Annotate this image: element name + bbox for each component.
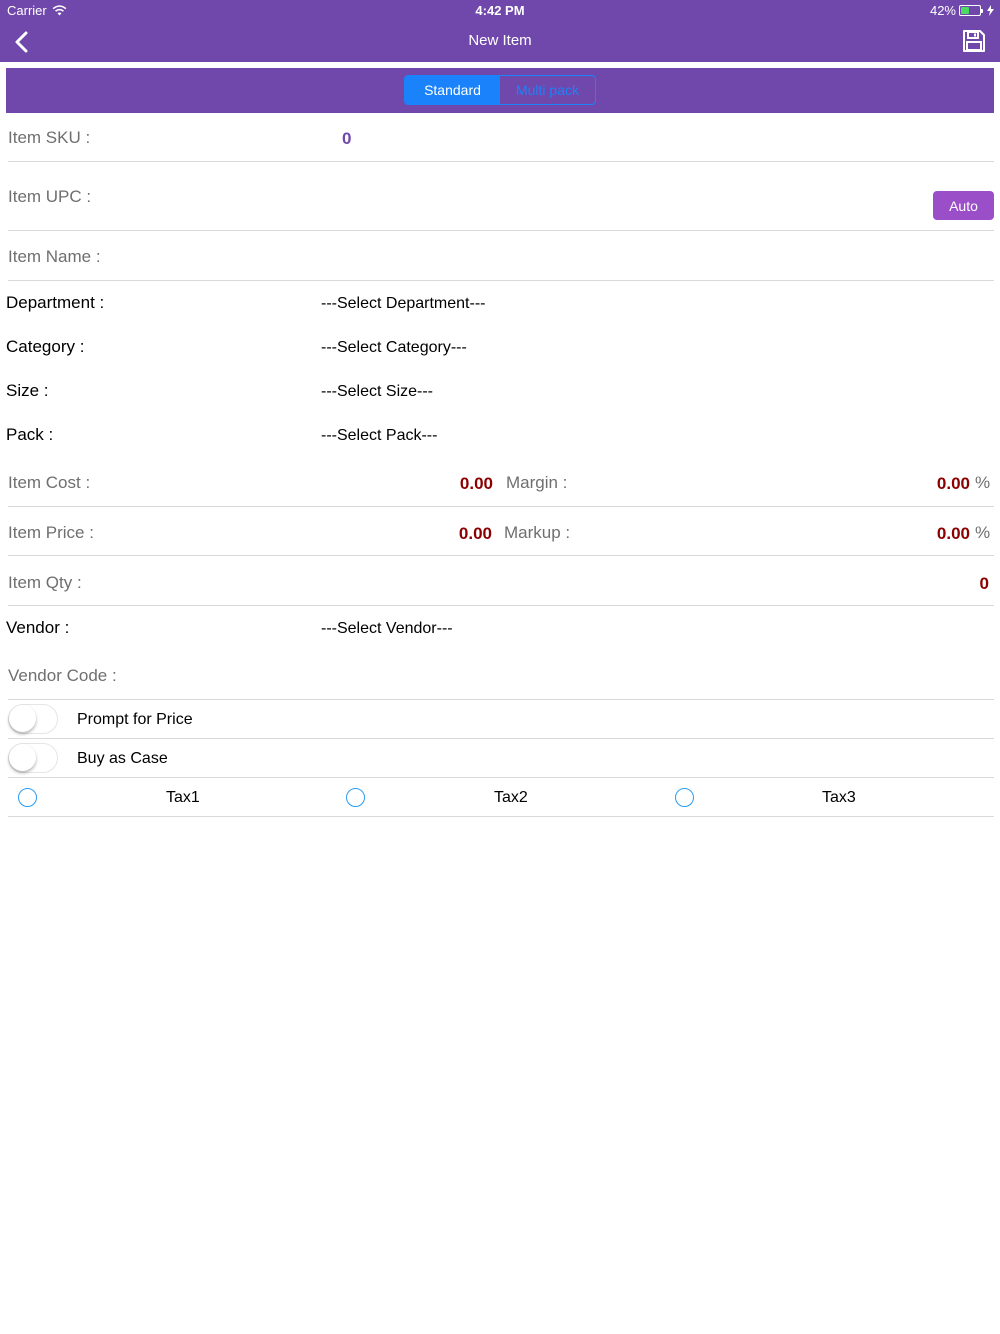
margin-percent-sign: % <box>975 473 991 492</box>
vendor-label: Vendor : <box>6 618 70 637</box>
segment-bar: Standard Multi pack <box>6 68 994 113</box>
sku-value[interactable]: 0 <box>342 129 351 149</box>
item-price-value[interactable]: 0.00 <box>459 524 492 544</box>
vendor-picker[interactable]: ---Select Vendor--- <box>321 620 453 638</box>
auto-upc-button[interactable]: Auto <box>933 191 994 220</box>
divider <box>8 777 994 778</box>
tax2-label: Tax2 <box>494 789 528 806</box>
battery-percent: 42% <box>929 3 956 18</box>
markup-value[interactable]: 0.00 <box>937 524 970 544</box>
save-icon <box>963 30 985 52</box>
markup-label: Markup : <box>504 523 571 542</box>
divider <box>8 816 994 817</box>
charging-bolt-icon <box>987 5 994 16</box>
segment-multipack[interactable]: Multi pack <box>500 76 595 104</box>
item-cost-label: Item Cost : <box>8 473 91 492</box>
app-header: Carrier 4:42 PM 42% New Item <box>0 0 1000 62</box>
divider <box>8 605 994 606</box>
item-qty-label: Item Qty : <box>8 573 82 592</box>
margin-value[interactable]: 0.00 <box>937 474 970 494</box>
segment-standard[interactable]: Standard <box>405 76 500 104</box>
tax3-radio[interactable] <box>675 788 694 807</box>
divider <box>8 699 994 700</box>
vendor-code-input[interactable] <box>8 655 994 695</box>
battery-icon <box>959 5 983 16</box>
divider <box>8 738 994 739</box>
toggle-knob <box>9 744 36 771</box>
tax1-radio[interactable] <box>18 788 37 807</box>
size-picker[interactable]: ---Select Size--- <box>321 383 433 401</box>
item-type-segmented-control: Standard Multi pack <box>404 75 596 105</box>
item-price-label: Item Price : <box>8 523 94 542</box>
divider <box>8 506 994 507</box>
tax3-label: Tax3 <box>822 789 856 806</box>
prompt-price-toggle[interactable] <box>8 704 58 734</box>
toggle-knob <box>9 705 36 732</box>
pack-picker[interactable]: ---Select Pack--- <box>321 427 437 445</box>
tax2-radio[interactable] <box>346 788 365 807</box>
department-label: Department : <box>6 293 105 312</box>
item-cost-value[interactable]: 0.00 <box>460 474 493 494</box>
sku-label: Item SKU : <box>8 128 91 147</box>
category-picker[interactable]: ---Select Category--- <box>321 339 467 357</box>
buy-case-label: Buy as Case <box>77 750 168 767</box>
markup-percent-sign: % <box>975 523 991 542</box>
item-name-input[interactable] <box>8 236 994 276</box>
department-picker[interactable]: ---Select Department--- <box>321 295 485 313</box>
item-qty-value[interactable]: 0 <box>980 574 989 594</box>
upc-input[interactable] <box>8 170 994 225</box>
category-label: Category : <box>6 337 85 356</box>
status-time: 4:42 PM <box>475 3 525 18</box>
size-label: Size : <box>6 381 49 400</box>
divider <box>8 555 994 556</box>
buy-case-toggle[interactable] <box>8 743 58 773</box>
tax1-label: Tax1 <box>166 789 200 806</box>
divider <box>8 230 994 231</box>
pack-label: Pack : <box>6 425 54 444</box>
save-button[interactable] <box>962 29 988 55</box>
status-battery: 42% <box>930 3 994 18</box>
prompt-price-label: Prompt for Price <box>77 711 193 728</box>
divider <box>8 161 994 162</box>
page-title: New Item <box>468 32 532 49</box>
margin-label: Margin : <box>506 473 568 492</box>
divider <box>8 280 994 281</box>
